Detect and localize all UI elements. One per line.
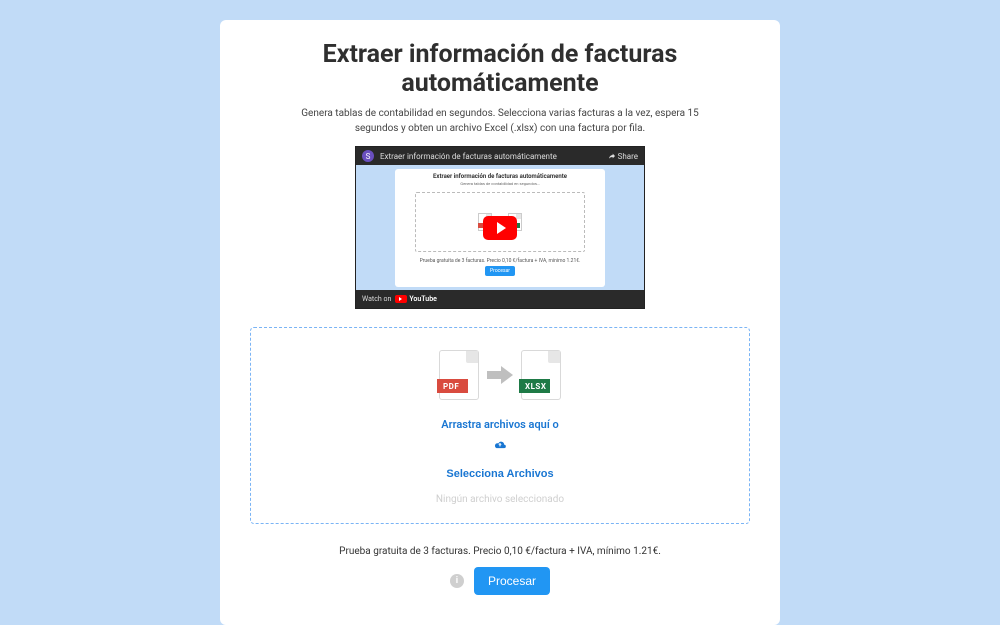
page-subtitle: Genera tablas de contabilidad en segundo… [250,106,750,136]
share-button[interactable]: Share [608,152,638,161]
youtube-icon [395,295,407,303]
youtube-logo[interactable]: YouTube [395,295,437,303]
file-dropzone[interactable]: PDF XLSX Arrastra archivos aquí o Selecc… [250,327,750,524]
play-button[interactable] [483,216,517,240]
info-icon[interactable]: i [450,574,464,588]
no-file-selected-label: Ningún archivo seleccionado [261,494,739,505]
video-header: S Extraer información de facturas automá… [356,147,644,165]
video-embed[interactable]: S Extraer información de facturas automá… [355,146,645,309]
main-card: Extraer información de facturas automáti… [220,20,780,625]
share-icon [608,152,616,160]
process-button[interactable]: Procesar [474,567,550,595]
xlsx-file-icon: XLSX [521,350,561,400]
video-title: Extraer información de facturas automáti… [380,152,557,161]
drag-files-label: Arrastra archivos aquí o [261,418,739,431]
select-files-button[interactable]: Selecciona Archivos [436,462,563,486]
trial-info-text: Prueba gratuita de 3 facturas. Precio 0,… [250,546,750,557]
channel-avatar: S [362,150,374,162]
process-row: i Procesar [250,567,750,595]
watch-on-label: Watch on [362,295,391,303]
arrow-right-icon [487,368,513,382]
pdf-file-icon: PDF [439,350,479,400]
video-footer: Watch on YouTube [356,290,644,308]
mini-preview-subtitle: Genera tablas de contabilidad en segundo… [460,181,539,186]
page-title: Extraer información de facturas automáti… [250,40,750,98]
conversion-illustration: PDF XLSX [261,350,739,400]
mini-process-button: Procesar [485,266,515,276]
mini-trial-text: Prueba gratuita de 3 facturas. Precio 0,… [420,258,581,264]
cloud-upload-icon [493,435,507,454]
mini-preview-title: Extraer información de facturas automáti… [433,173,567,180]
